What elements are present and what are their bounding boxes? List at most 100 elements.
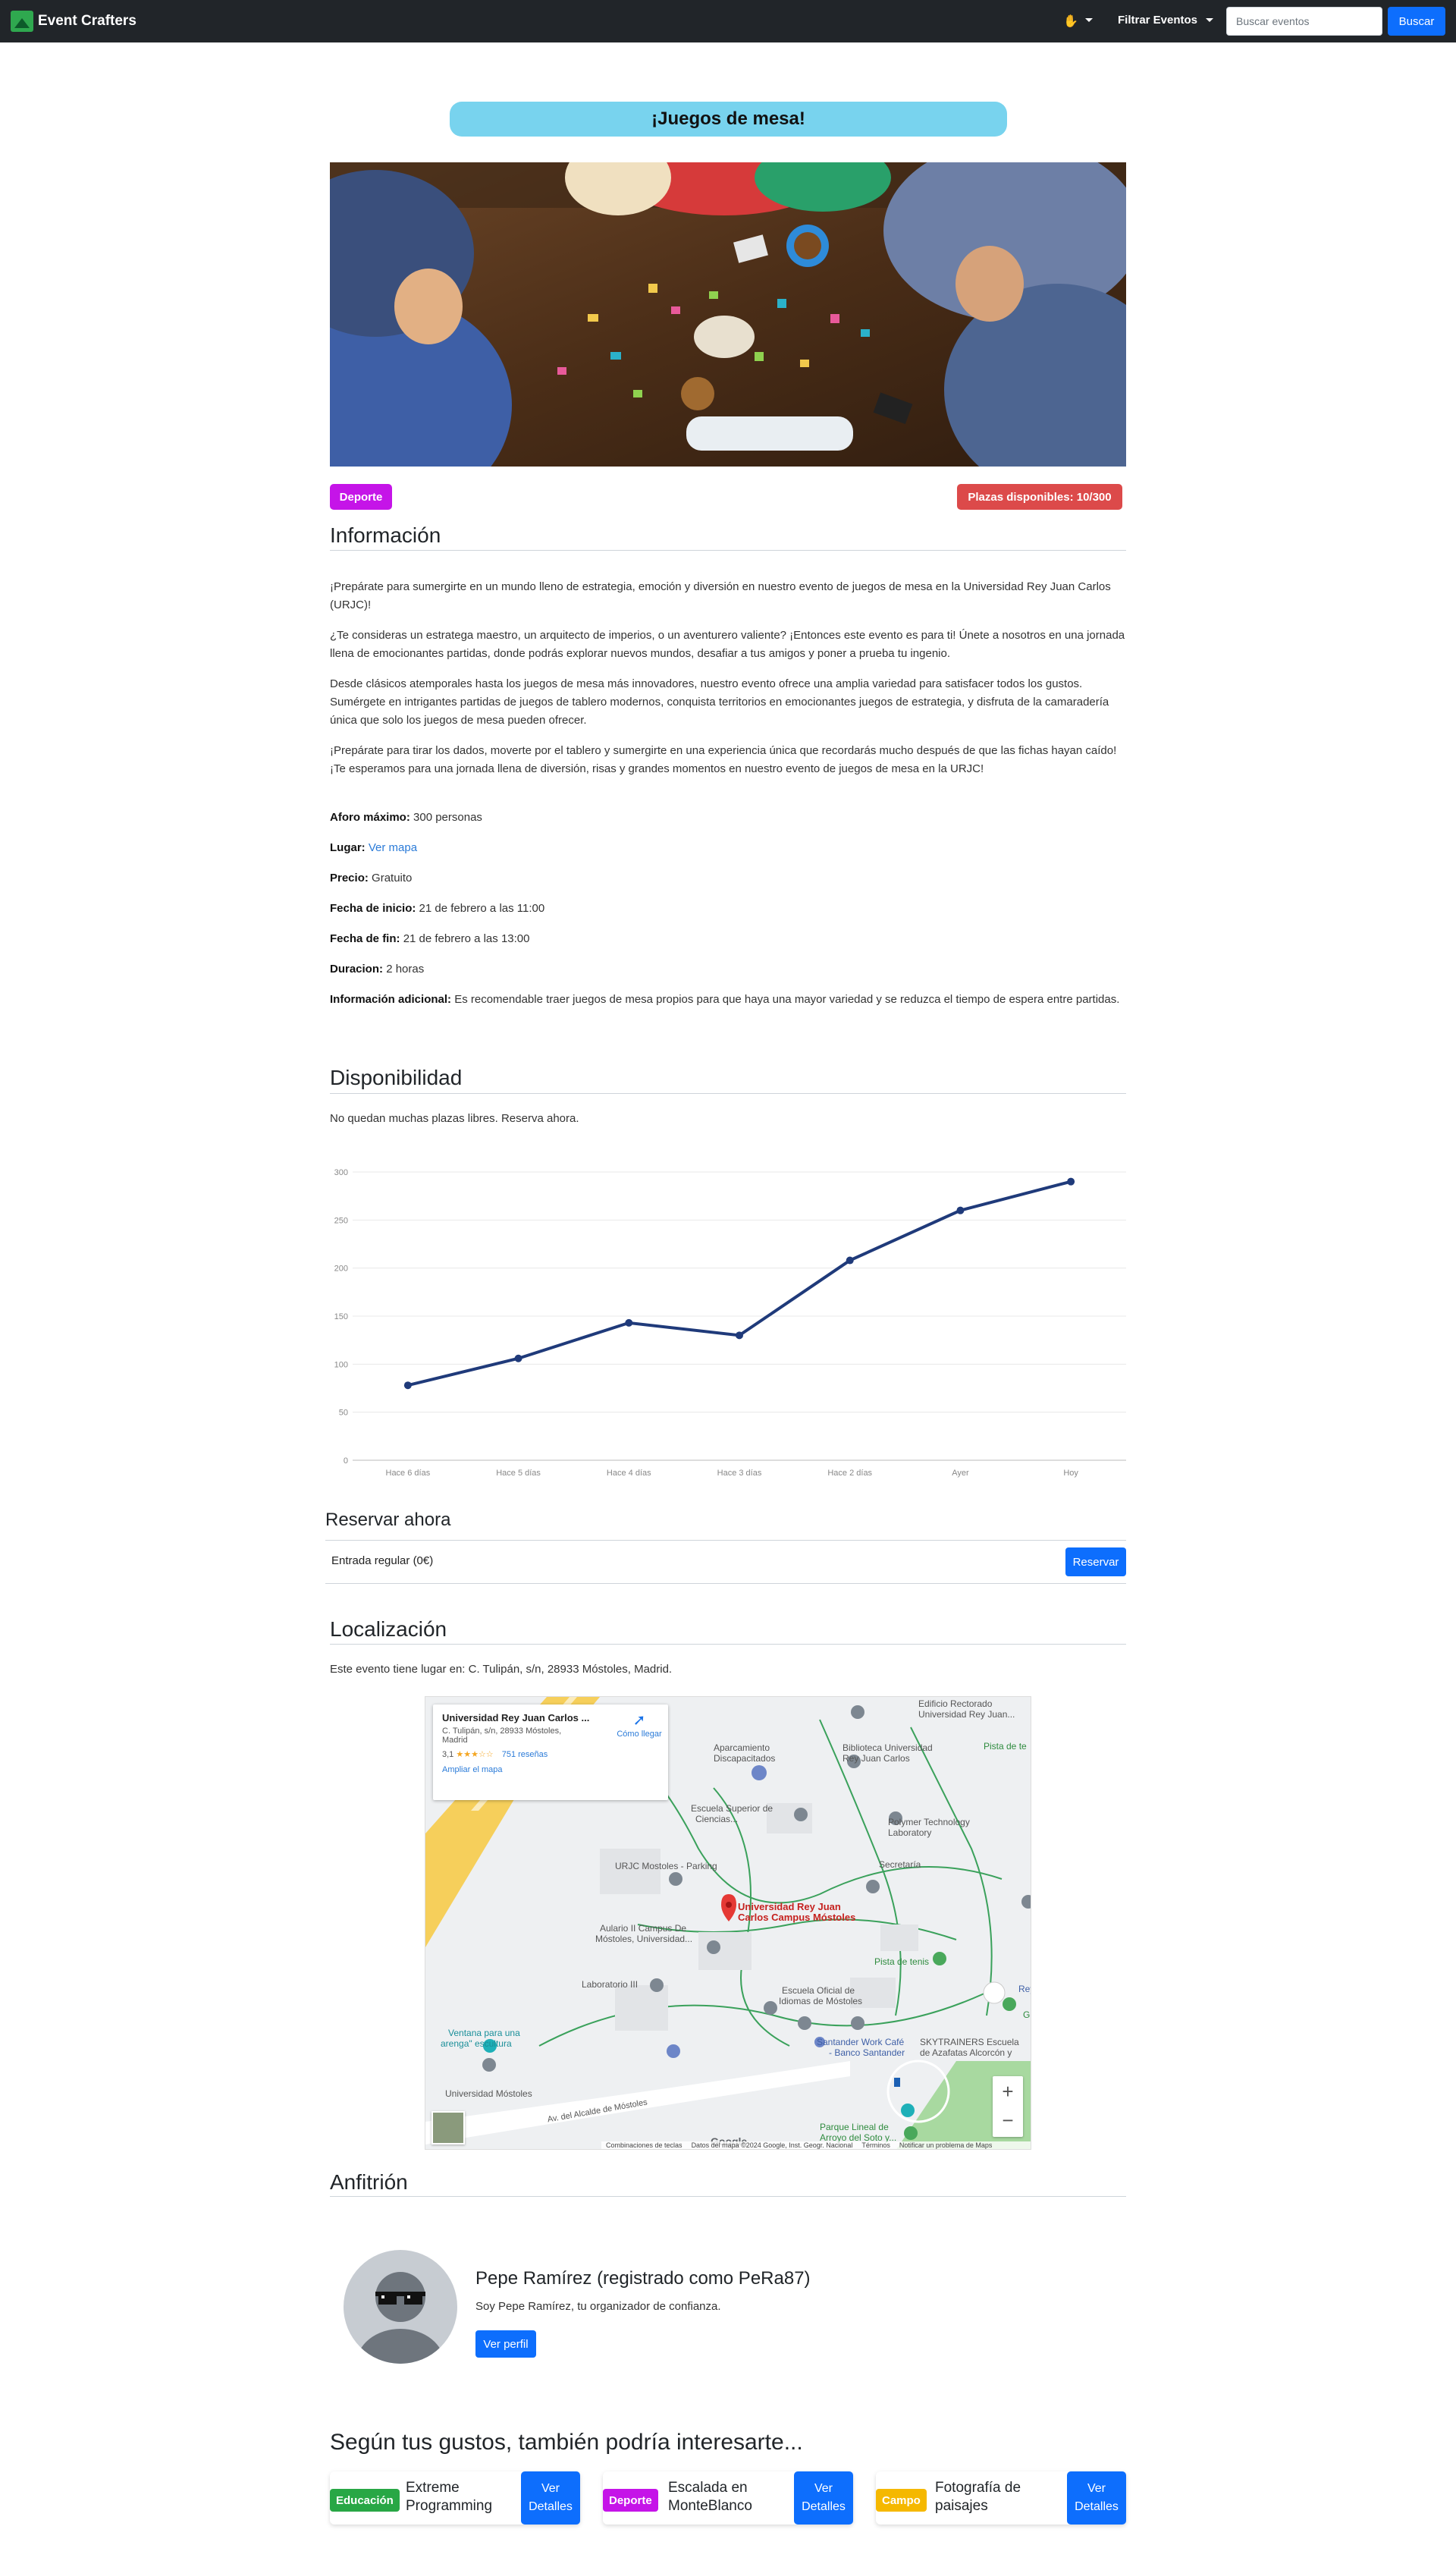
detail-label: Fecha de inicio: xyxy=(330,902,416,915)
host-heading: Anfitrión xyxy=(330,2170,408,2194)
detail-label: Precio: xyxy=(330,872,369,884)
detail-label: Aforo máximo: xyxy=(330,811,410,824)
map-label: Aparcamiento xyxy=(714,1742,770,1753)
x-tick-label: Hace 2 días xyxy=(827,1469,872,1478)
divider xyxy=(330,1644,1126,1645)
navbar: Event Crafters ✋ Filtrar Eventos Buscar xyxy=(0,0,1456,42)
y-tick-label: 150 xyxy=(334,1312,348,1321)
recommendations-heading: Según tus gustos, también podría interes… xyxy=(330,2430,803,2455)
satellite-toggle[interactable] xyxy=(431,2111,465,2144)
map-label: Rey Juan Carlos xyxy=(843,1753,910,1764)
map-label: Ventana para una xyxy=(448,2028,520,2038)
detail-location: Lugar: Ver mapa xyxy=(330,839,1126,857)
map-footer-item[interactable]: Notificar un problema de Maps xyxy=(899,2141,993,2149)
location-heading: Localización xyxy=(330,1617,447,1641)
data-point[interactable] xyxy=(625,1318,633,1327)
filter-events-dropdown[interactable]: Filtrar Eventos xyxy=(1118,14,1197,27)
rec-event-name: Fotografía de paisajes xyxy=(935,2479,1021,2515)
divider xyxy=(330,1093,1126,1094)
rec-category-badge: Educación xyxy=(330,2489,400,2512)
brand-name: Event Crafters xyxy=(38,13,136,29)
recommendation-card: Deporte Escalada en MonteBlanco Ver Detall… xyxy=(603,2471,853,2525)
event-title-text: ¡Juegos de mesa! xyxy=(651,108,805,129)
rec-name-line: Extreme xyxy=(406,2480,460,2496)
map-label: Polymer Technology xyxy=(888,1817,970,1827)
map-label: Discapacitados xyxy=(714,1753,776,1764)
view-map-link[interactable]: Ver mapa xyxy=(369,841,417,854)
x-tick-label: Hace 6 días xyxy=(386,1469,431,1478)
rec-name-line: MonteBlanco xyxy=(668,2498,752,2514)
map-label: Idiomas de Móstoles xyxy=(779,1996,863,2006)
ticket-label: Entrada regular (0€) xyxy=(331,1554,434,1567)
view-details-button[interactable]: Ver Detalles xyxy=(1067,2471,1126,2525)
divider xyxy=(330,550,1126,551)
map-footer-item: Datos del mapa ©2024 Google, Inst. Geogr… xyxy=(691,2141,853,2149)
data-point[interactable] xyxy=(1067,1177,1075,1186)
detail-value: 300 personas xyxy=(413,811,482,824)
view-details-button[interactable]: Ver Detalles xyxy=(794,2471,853,2525)
map-label: Glor xyxy=(1023,2009,1031,2020)
rec-btn-line: Ver xyxy=(1087,2482,1106,2495)
detail-start-date: Fecha de inicio: 21 de febrero a las 11:… xyxy=(330,900,1126,918)
recommendation-card: Campo Fotografía de paisajes Ver Detalles xyxy=(876,2471,1126,2525)
availability-chart: 0 50 100 150 200 250 300 Hace 6 días Hace 5 días… xyxy=(330,1153,1126,1483)
y-tick-label: 0 xyxy=(344,1456,348,1466)
detail-value: 2 horas xyxy=(386,963,425,976)
y-tick-label: 100 xyxy=(334,1360,348,1369)
rec-name-line: Fotografía de xyxy=(935,2480,1021,2496)
chevron-down-icon[interactable] xyxy=(1085,18,1093,22)
map-footer-item[interactable]: Combinaciones de teclas xyxy=(606,2141,682,2149)
map-label: Universidad Móstoles xyxy=(445,2088,532,2099)
map-label: URJC Mostoles - Parking xyxy=(615,1861,717,1871)
rec-btn-line: Ver xyxy=(814,2482,833,2495)
map-label: Ciencias... xyxy=(695,1814,739,1824)
recommendation-card: Educación Extreme Programming Ver Detalles xyxy=(330,2471,580,2525)
rec-name-line: paisajes xyxy=(935,2498,988,2514)
event-hero-image xyxy=(330,162,1126,467)
detail-additional-info: Información adicional: Es recomendable t… xyxy=(330,991,1126,1009)
avatar xyxy=(344,2250,457,2364)
rec-btn-line: Detalles xyxy=(1075,2500,1119,2513)
data-point[interactable] xyxy=(846,1256,854,1265)
map-label: Santander Work Café xyxy=(817,2037,905,2047)
detail-value: Es recomendable traer juegos de mesa pro… xyxy=(454,993,1120,1006)
data-point[interactable] xyxy=(956,1206,965,1214)
chevron-down-icon[interactable] xyxy=(1206,18,1213,22)
embedded-map[interactable]: Universidad Rey Juan Carlos ... C. Tulip… xyxy=(425,1696,1031,2150)
detail-label: Fecha de fin: xyxy=(330,932,400,945)
rec-btn-line: Ver xyxy=(541,2482,560,2495)
x-tick-label: Hace 3 días xyxy=(717,1469,762,1478)
detail-end-date: Fecha de fin: 21 de febrero a las 13:00 xyxy=(330,930,1126,948)
map-label: Aulario II Campus De xyxy=(600,1923,687,1934)
search-input[interactable] xyxy=(1226,7,1382,36)
data-point[interactable] xyxy=(403,1381,412,1390)
map-label: Escuela Oficial de xyxy=(782,1985,855,1996)
zoom-in-button[interactable]: + xyxy=(993,2076,1023,2107)
view-details-button[interactable]: Ver Detalles xyxy=(521,2471,580,2525)
search-button[interactable]: Buscar xyxy=(1388,7,1445,36)
map-label: Parque Lineal de xyxy=(820,2122,889,2132)
reserve-heading: Reservar ahora xyxy=(325,1510,451,1530)
detail-price: Precio: Gratuito xyxy=(330,869,1126,888)
detail-value: Gratuito xyxy=(372,872,413,884)
reserve-button[interactable]: Reservar xyxy=(1065,1547,1126,1576)
detail-value: 21 de febrero a las 11:00 xyxy=(419,902,545,915)
detail-label: Duracion: xyxy=(330,963,384,976)
y-tick-label: 200 xyxy=(334,1265,348,1274)
host-name: Pepe Ramírez (registrado como PeRa87) xyxy=(475,2268,811,2289)
map-footer-item[interactable]: Términos xyxy=(861,2141,890,2149)
map-labels: Edificio Rectorado Universidad Rey Juan..… xyxy=(425,1697,1031,2149)
data-point[interactable] xyxy=(736,1331,743,1340)
hand-icon[interactable]: ✋ xyxy=(1063,14,1078,29)
zoom-out-button[interactable]: − xyxy=(993,2107,1023,2137)
rec-event-name: Escalada en MonteBlanco xyxy=(668,2479,752,2515)
data-point[interactable] xyxy=(514,1354,522,1362)
description-paragraph: ¡Prepárate para tirar los dados, moverte… xyxy=(330,744,1117,775)
availability-badge: Plazas disponibles: 10/300 xyxy=(957,484,1122,510)
rec-category-badge: Campo xyxy=(876,2489,927,2512)
detail-value: 21 de febrero a las 13:00 xyxy=(403,932,530,945)
brand-link[interactable]: Event Crafters xyxy=(11,11,136,32)
view-profile-button[interactable]: Ver perfil xyxy=(475,2330,536,2358)
detail-label: Lugar: xyxy=(330,841,366,854)
rec-event-name: Extreme Programming xyxy=(406,2479,492,2515)
